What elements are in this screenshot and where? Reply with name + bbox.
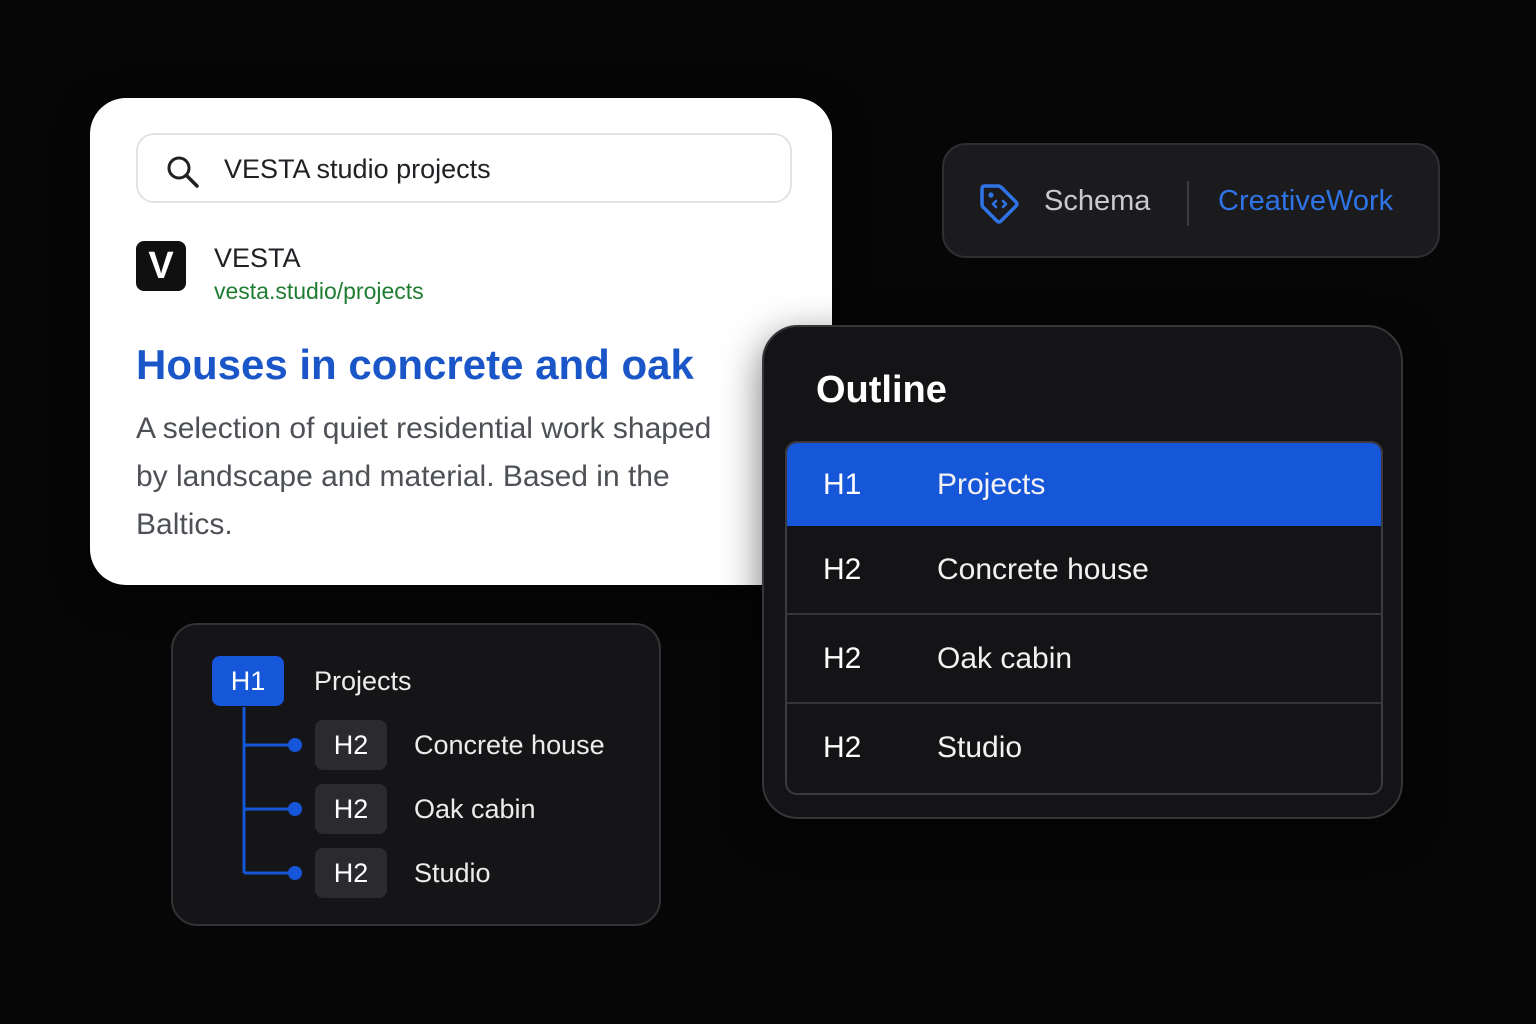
outline-row-projects[interactable]: H1 Projects	[787, 443, 1381, 526]
tree-label-oak-cabin: Oak cabin	[414, 794, 536, 824]
outline-title: Outline	[816, 369, 947, 411]
tree-label-concrete-house: Concrete house	[414, 730, 605, 760]
heading-tree-card: H1 Projects H2 Concrete house H2 Oak cab…	[171, 623, 661, 926]
search-query: VESTA studio projects	[224, 154, 491, 184]
heading-level-label: H2	[823, 642, 862, 675]
site-logo: V	[136, 241, 186, 291]
tree-label-studio: Studio	[414, 858, 491, 888]
search-icon	[167, 156, 199, 188]
schema-chip: Schema CreativeWork	[942, 143, 1440, 258]
search-result-card: VESTA studio projects V VESTA vesta.stud…	[90, 98, 832, 585]
tree-label-projects: Projects	[314, 666, 412, 696]
tree-badge-h1: H1	[212, 656, 284, 706]
schema-label: Schema	[1044, 185, 1151, 217]
heading-text: Oak cabin	[937, 642, 1073, 675]
site-name: VESTA	[214, 243, 301, 273]
tree-badge-h2: H2	[315, 848, 387, 898]
search-input[interactable]: VESTA studio projects	[136, 133, 792, 203]
heading-level-label: H2	[823, 553, 862, 586]
heading-level-label: H1	[823, 468, 862, 501]
outline-list: H1 Projects H2 Concrete house H2 Oak cab…	[785, 441, 1383, 795]
heading-text: Projects	[937, 468, 1046, 501]
outline-row-studio[interactable]: H2 Studio	[787, 704, 1381, 793]
tag-icon	[980, 184, 1019, 224]
heading-level-label: H2	[823, 731, 862, 764]
outline-panel: Outline H1 Projects H2 Concrete house H2…	[762, 325, 1403, 819]
outline-row-concrete-house[interactable]: H2 Concrete house	[787, 526, 1381, 615]
heading-text: Studio	[937, 731, 1023, 764]
result-title-link[interactable]: Houses in concrete and oak	[136, 341, 694, 389]
site-url[interactable]: vesta.studio/projects	[214, 278, 424, 305]
heading-text: Concrete house	[937, 553, 1149, 586]
tree-badge-h2: H2	[315, 720, 387, 770]
result-description: A selection of quiet residential work sh…	[136, 412, 712, 541]
tree-badge-h2: H2	[315, 784, 387, 834]
schema-type-value: CreativeWork	[1218, 185, 1394, 217]
schema-divider	[1187, 181, 1189, 226]
outline-row-oak-cabin[interactable]: H2 Oak cabin	[787, 615, 1381, 704]
